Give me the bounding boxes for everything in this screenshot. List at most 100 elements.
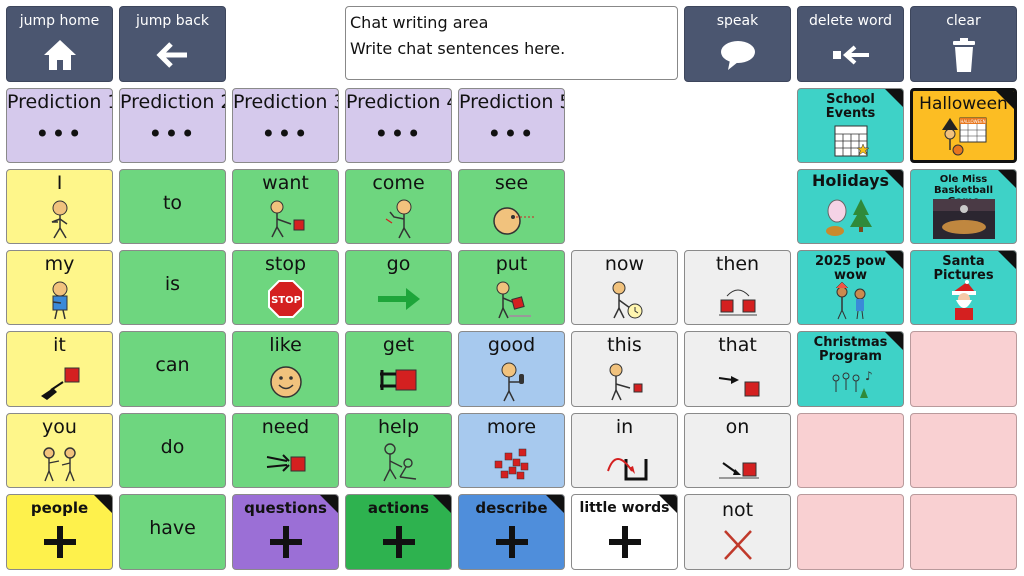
arena-photo-icon	[932, 199, 995, 239]
not-x-icon	[715, 523, 761, 565]
word-label: this	[607, 334, 642, 356]
folder-holidays[interactable]: Holidays	[797, 169, 904, 244]
prediction-5[interactable]: Prediction 5 •••	[458, 88, 565, 163]
word-come[interactable]: come	[345, 169, 452, 244]
word-label: like	[269, 334, 302, 356]
folder-christmas-program[interactable]: Christmas Program ♪	[797, 331, 904, 407]
word-label: more	[486, 416, 537, 438]
word-do[interactable]: do	[119, 413, 226, 488]
word-need[interactable]: need	[232, 413, 339, 488]
word-is[interactable]: is	[119, 250, 226, 325]
prediction-label: Prediction 4	[346, 91, 452, 113]
word-to[interactable]: to	[119, 169, 226, 244]
category-label: little words	[579, 500, 670, 516]
delete-word-button[interactable]: delete word	[797, 6, 904, 82]
word-more[interactable]: more	[458, 413, 565, 488]
word-want[interactable]: want	[232, 169, 339, 244]
stop-sign-icon: STOP	[263, 278, 309, 320]
category-describe[interactable]: describe	[458, 494, 565, 570]
word-i[interactable]: I	[6, 169, 113, 244]
word-can[interactable]: can	[119, 331, 226, 407]
it-pointing-icon	[37, 360, 83, 402]
chat-writing-area[interactable]: Chat writing area Write chat sentences h…	[345, 6, 678, 80]
now-clock-icon	[602, 278, 648, 320]
word-now[interactable]: now	[571, 250, 678, 325]
word-put[interactable]: put	[458, 250, 565, 325]
plus-icon	[37, 521, 83, 563]
pow-wow-dancers-icon	[828, 282, 874, 320]
folder-school-events[interactable]: School Events	[797, 88, 904, 163]
word-you[interactable]: you	[6, 413, 113, 488]
category-questions[interactable]: questions	[232, 494, 339, 570]
prediction-label: Prediction 3	[233, 91, 339, 113]
on-surface-icon	[715, 441, 761, 483]
word-on[interactable]: on	[684, 413, 791, 488]
jump-back-label: jump back	[135, 13, 209, 29]
word-label: can	[155, 354, 190, 376]
speak-button[interactable]: speak	[684, 6, 791, 82]
prediction-label: Prediction 1	[7, 91, 113, 113]
word-not[interactable]: not	[684, 494, 791, 570]
folder-label: Halloween	[919, 94, 1008, 114]
folder-label: Holidays	[811, 171, 890, 190]
jump-home-button[interactable]: jump home	[6, 6, 113, 82]
category-actions[interactable]: actions	[345, 494, 452, 570]
calendar-icon	[828, 122, 874, 158]
prediction-dots: •••	[35, 120, 84, 148]
prediction-3[interactable]: Prediction 3 •••	[232, 88, 339, 163]
category-label: describe	[475, 499, 548, 517]
word-stop[interactable]: stop STOP	[232, 250, 339, 325]
word-see[interactable]: see	[458, 169, 565, 244]
svg-text:♪: ♪	[865, 369, 873, 383]
folder-pow-wow[interactable]: 2025 pow wow	[797, 250, 904, 325]
jump-back-button[interactable]: jump back	[119, 6, 226, 82]
prediction-4[interactable]: Prediction 4 •••	[345, 88, 452, 163]
empty-cell	[910, 413, 1017, 488]
jump-home-label: jump home	[19, 13, 100, 29]
plus-icon	[263, 521, 309, 563]
word-in[interactable]: in	[571, 413, 678, 488]
category-label: actions	[367, 499, 430, 517]
folder-santa-pictures[interactable]: Santa Pictures	[910, 250, 1017, 325]
plus-icon	[602, 521, 648, 563]
clear-button[interactable]: clear	[910, 6, 1017, 82]
word-good[interactable]: good	[458, 331, 565, 407]
word-this[interactable]: this	[571, 331, 678, 407]
word-like[interactable]: like	[232, 331, 339, 407]
my-icon	[37, 278, 83, 320]
word-label: is	[164, 273, 181, 295]
home-icon	[37, 35, 83, 75]
word-label: it	[53, 334, 66, 356]
speak-label: speak	[716, 13, 759, 29]
word-help[interactable]: help	[345, 413, 452, 488]
word-label: need	[261, 416, 310, 438]
prediction-dots: •••	[261, 120, 310, 148]
folder-label: School Events	[825, 92, 876, 121]
word-have[interactable]: have	[119, 494, 226, 570]
word-my[interactable]: my	[6, 250, 113, 325]
holidays-icon	[823, 195, 879, 239]
prediction-label: Prediction 2	[120, 91, 226, 113]
word-label: do	[160, 436, 185, 458]
folder-label: Christmas Program	[813, 335, 888, 364]
folder-halloween[interactable]: Halloween HALLOWEEN	[910, 88, 1017, 163]
chat-placeholder: Write chat sentences here.	[350, 39, 566, 58]
prediction-dots: •••	[148, 120, 197, 148]
prediction-2[interactable]: Prediction 2 •••	[119, 88, 226, 163]
category-people[interactable]: people	[6, 494, 113, 570]
then-icon	[715, 278, 761, 320]
word-label: not	[721, 499, 754, 521]
word-go[interactable]: go	[345, 250, 452, 325]
need-icon	[263, 441, 309, 483]
folder-label: 2025 pow wow	[815, 254, 886, 283]
prediction-1[interactable]: Prediction 1 •••	[6, 88, 113, 163]
word-that[interactable]: that	[684, 331, 791, 407]
halloween-calendar-text: HALLOWEEN	[960, 119, 985, 124]
prediction-label: Prediction 5	[459, 91, 565, 113]
word-it[interactable]: it	[6, 331, 113, 407]
smiley-face-icon	[263, 360, 309, 402]
word-get[interactable]: get	[345, 331, 452, 407]
category-little-words[interactable]: little words	[571, 494, 678, 570]
folder-ole-miss-basketball[interactable]: Ole Miss Basketball Game	[910, 169, 1017, 244]
word-then[interactable]: then	[684, 250, 791, 325]
